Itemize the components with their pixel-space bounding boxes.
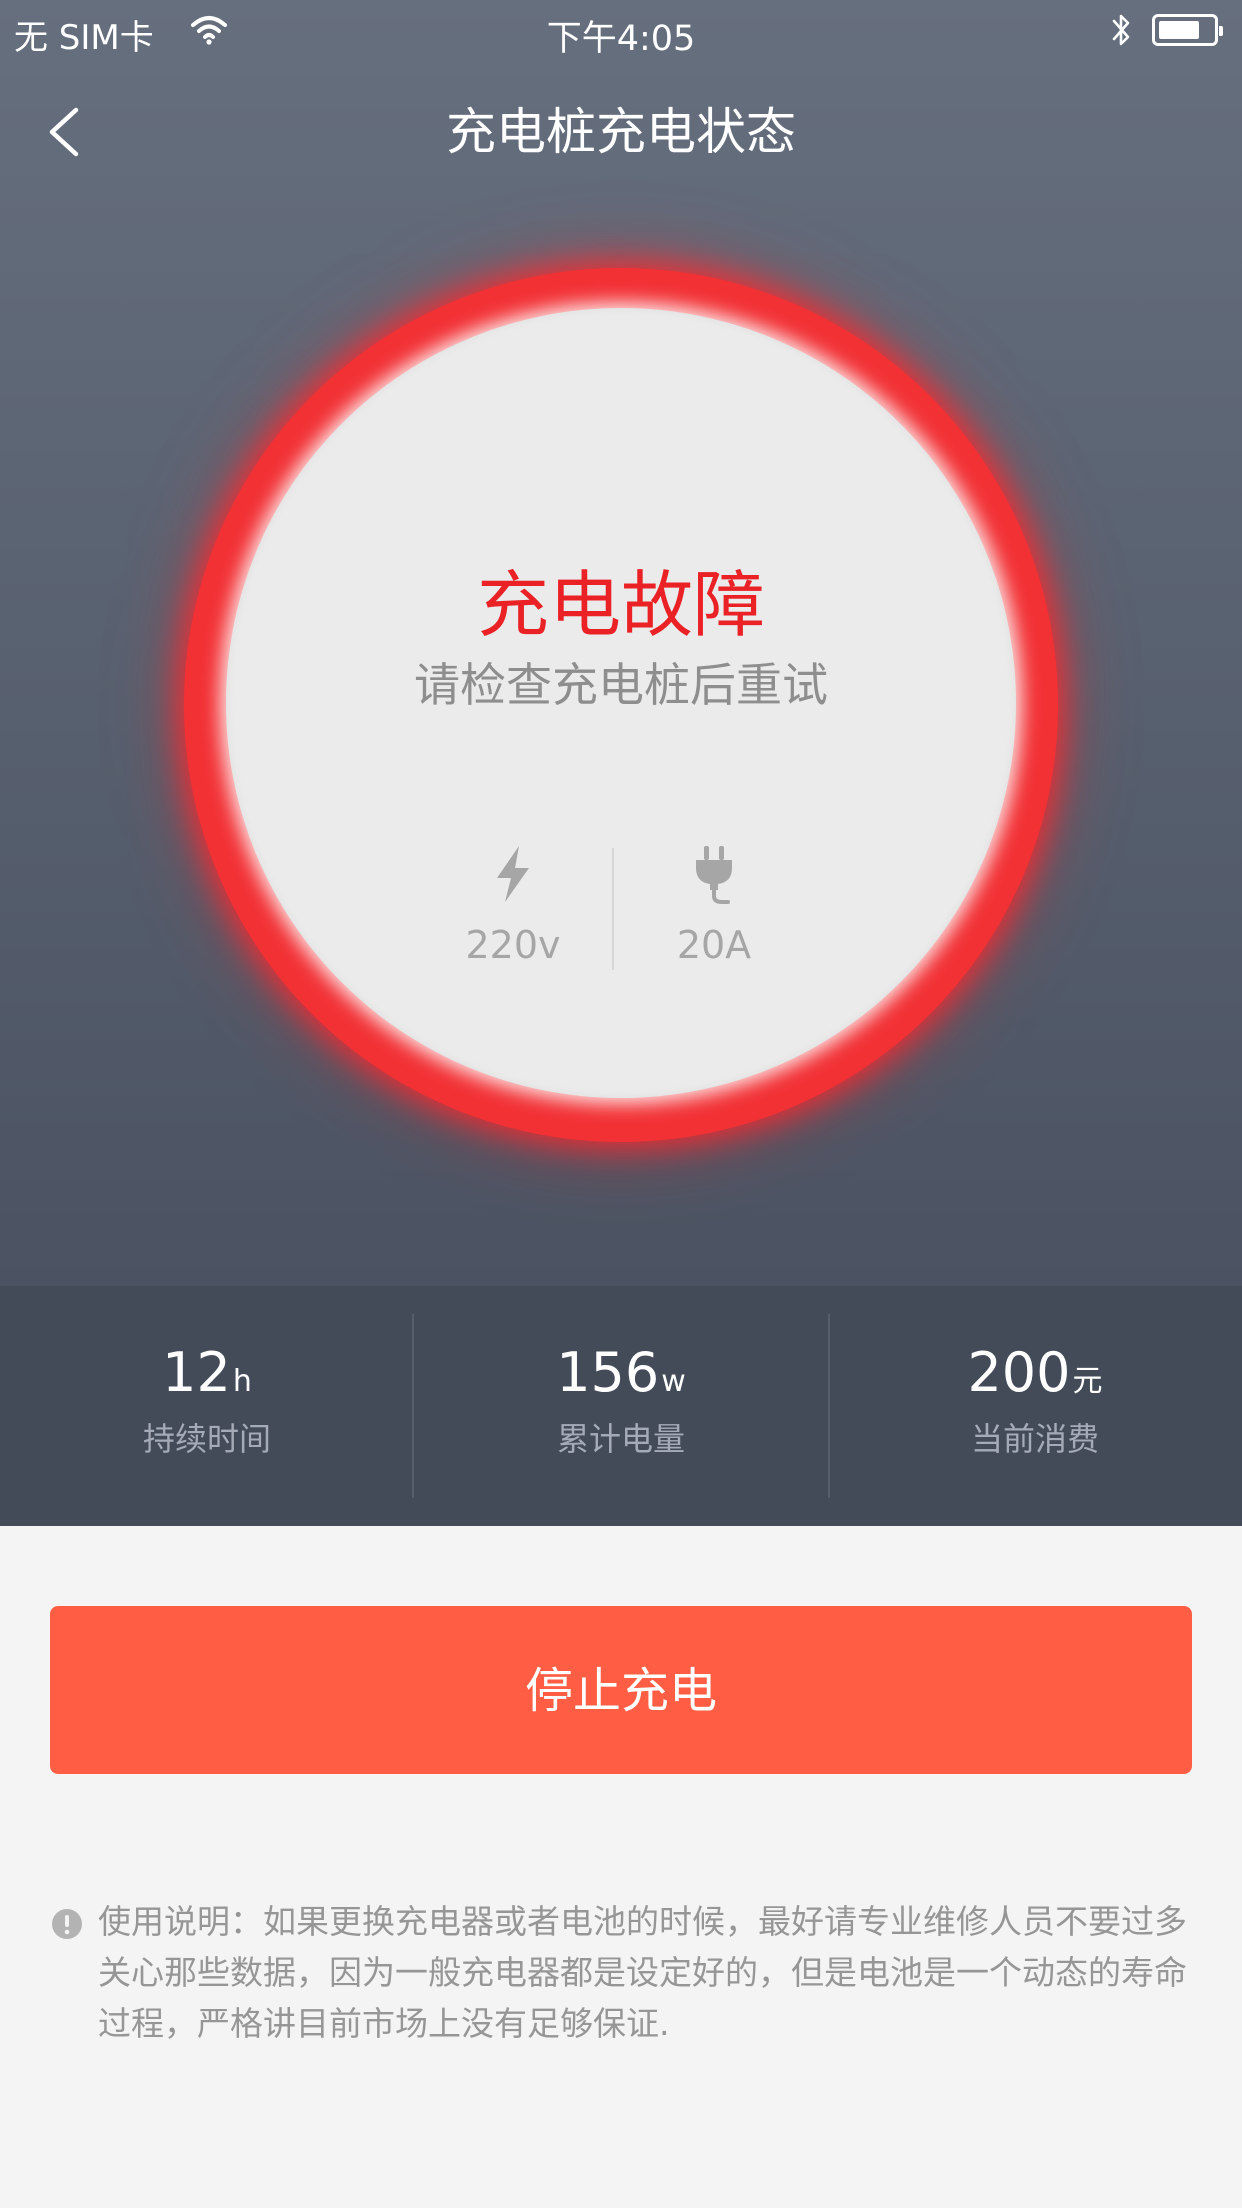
voltage-value: 220v: [465, 923, 561, 967]
fault-subtitle: 请检查充电桩后重试: [414, 658, 828, 712]
stat-unit: w: [661, 1364, 686, 1399]
bluetooth-icon: [1112, 14, 1130, 46]
clock: 下午4:05: [546, 19, 696, 59]
stat-number: 156: [556, 1341, 660, 1404]
stat-label: 持续时间: [142, 1420, 271, 1458]
stat-number: 12: [162, 1341, 231, 1404]
lightning-icon: [497, 846, 529, 902]
exclamation-circle-icon: [52, 1909, 82, 1939]
stat-energy: 156w 累计电量: [414, 1286, 828, 1526]
fault-title: 充电故障: [476, 563, 765, 647]
stat-value: 156w: [414, 1338, 828, 1417]
stat-cost: 200元 当前消费: [828, 1286, 1242, 1526]
stat-unit: h: [232, 1364, 252, 1399]
stats-bar: 12h 持续时间 156w 累计电量 200元 当前消费: [0, 1286, 1242, 1526]
status-bar: 无 SIM卡 下午4:05: [0, 0, 1242, 62]
current-value: 20A: [676, 923, 752, 967]
stat-value: 200元: [828, 1338, 1242, 1417]
stat-number: 200: [967, 1341, 1071, 1404]
stat-unit: 元: [1072, 1364, 1103, 1399]
stat-label: 累计电量: [556, 1420, 685, 1458]
usage-note: 使用说明：如果更换充电器或者电池的时候，最好请专业维修人员不要过多关心那些数据，…: [98, 1902, 1187, 2043]
stat-value: 12h: [0, 1338, 414, 1417]
battery-icon: [1152, 14, 1223, 46]
voltage-metric: 220v: [413, 842, 613, 970]
page-title: 充电桩充电状态: [446, 103, 796, 161]
plug-icon: [696, 846, 732, 904]
stop-charging-button[interactable]: 停止充电: [50, 1606, 1192, 1774]
stat-label: 当前消费: [970, 1420, 1099, 1458]
current-metric: 20A: [614, 842, 814, 970]
stat-duration: 12h 持续时间: [0, 1286, 414, 1526]
